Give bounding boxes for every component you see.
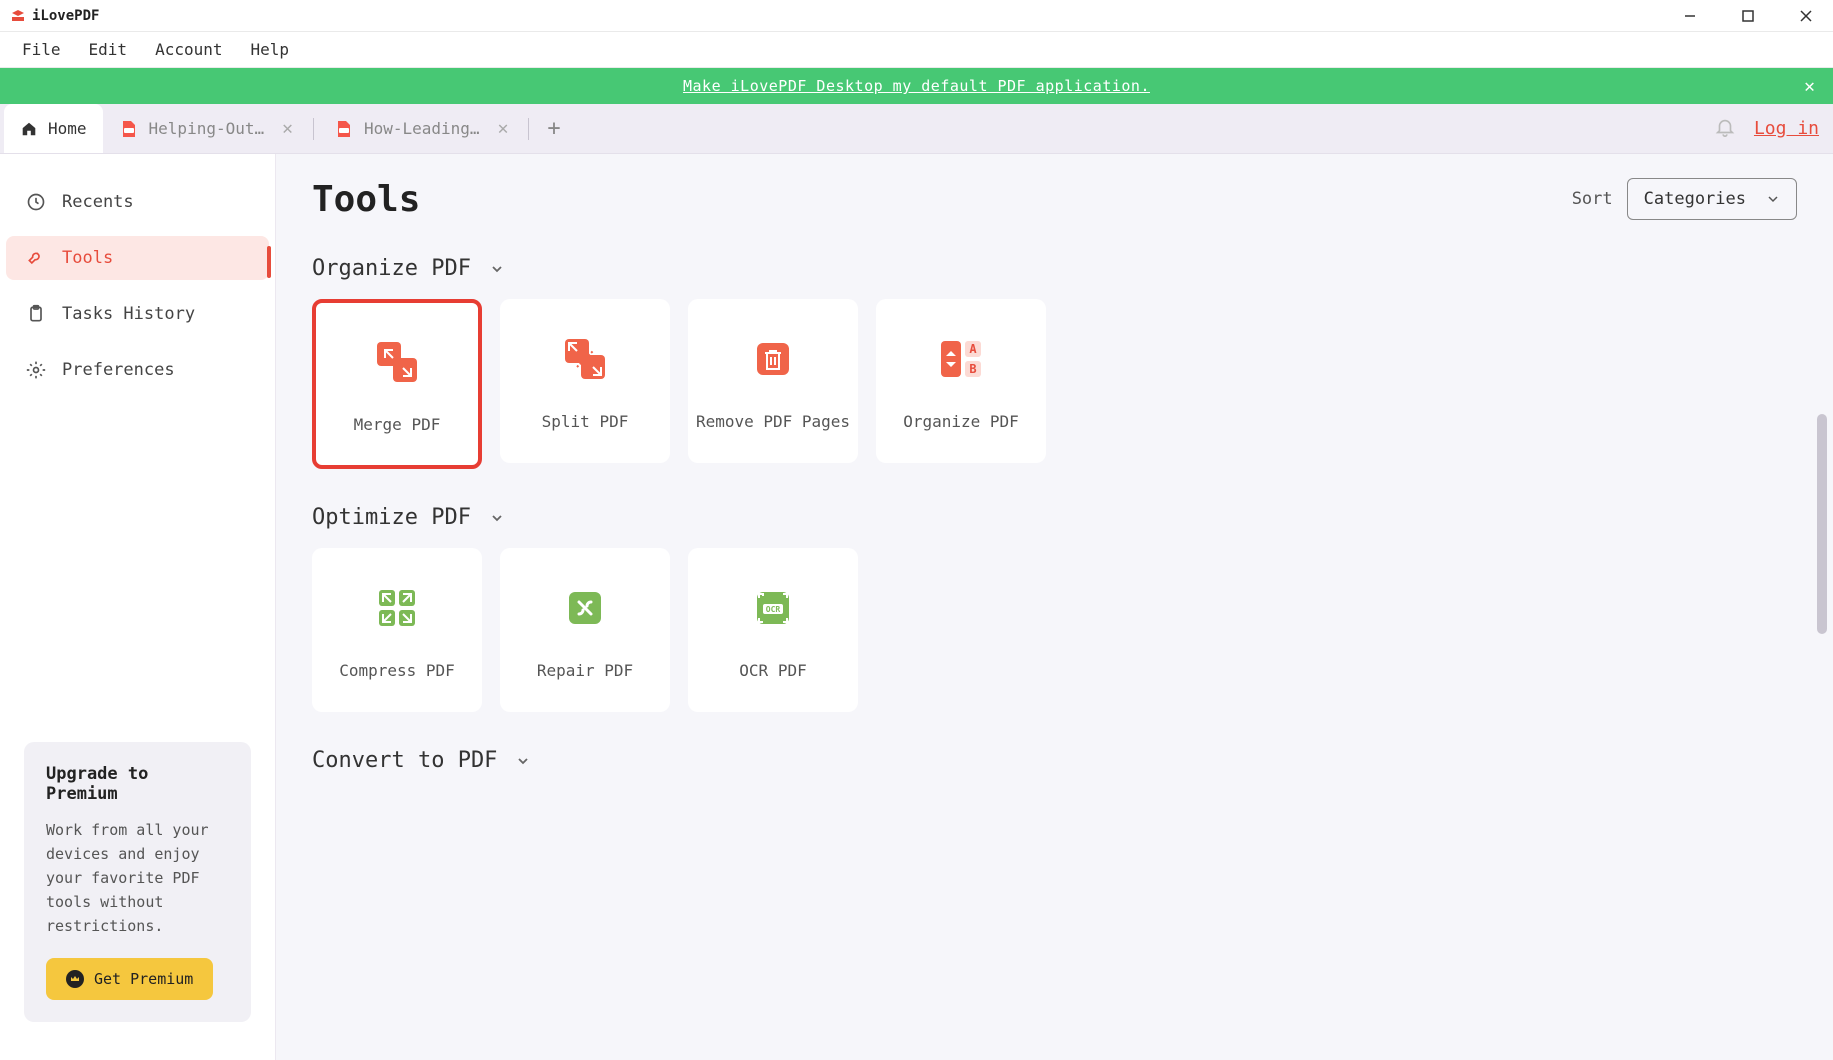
home-icon: [20, 120, 38, 138]
wrench-icon: [26, 248, 46, 268]
sort-control: Sort Categories: [1572, 178, 1797, 220]
chevron-down-icon: [515, 753, 531, 769]
sidebar-item-preferences[interactable]: Preferences: [6, 348, 269, 392]
menu-edit[interactable]: Edit: [75, 34, 142, 65]
repair-icon: [555, 578, 615, 638]
tab-home[interactable]: Home: [4, 104, 103, 153]
close-window-button[interactable]: [1789, 4, 1823, 28]
page-title: Tools: [312, 179, 420, 220]
gear-icon: [26, 360, 46, 380]
tabbar: Home Helping-Out… ✕ How-Leading… ✕ + Log…: [0, 104, 1833, 154]
sidebar-item-tools[interactable]: Tools: [6, 236, 269, 280]
pdf-file-icon: [334, 119, 354, 139]
close-tab-icon[interactable]: ✕: [498, 118, 509, 139]
tool-ocr-label: OCR PDF: [739, 660, 806, 682]
sort-dropdown[interactable]: Categories: [1627, 178, 1797, 220]
tool-organize-label: Organize PDF: [903, 411, 1019, 433]
login-link[interactable]: Log in: [1754, 118, 1819, 139]
minimize-button[interactable]: [1673, 4, 1707, 28]
merge-icon: [367, 332, 427, 392]
split-icon: [555, 329, 615, 389]
section-organize-header[interactable]: Organize PDF: [312, 256, 1797, 281]
banner-close-icon[interactable]: ✕: [1804, 76, 1815, 97]
sidebar-prefs-label: Preferences: [62, 360, 175, 380]
trash-icon: [743, 329, 803, 389]
sidebar-item-history[interactable]: Tasks History: [6, 292, 269, 336]
section-organize-title: Organize PDF: [312, 256, 471, 281]
tab-document-1[interactable]: Helping-Out… ✕: [103, 104, 309, 153]
sidebar-history-label: Tasks History: [62, 304, 195, 324]
menu-file[interactable]: File: [8, 34, 75, 65]
premium-button-label: Get Premium: [94, 970, 193, 988]
tool-remove-label: Remove PDF Pages: [696, 411, 850, 433]
tab-document-2[interactable]: How-Leading… ✕: [318, 104, 524, 153]
sidebar-tools-label: Tools: [62, 248, 113, 268]
get-premium-button[interactable]: Get Premium: [46, 958, 213, 1000]
ocr-icon: OCR: [743, 578, 803, 638]
tab-separator: [313, 118, 314, 140]
section-convert-title: Convert to PDF: [312, 748, 497, 773]
banner-link[interactable]: Make iLovePDF Desktop my default PDF app…: [683, 77, 1150, 95]
pdf-file-icon: [119, 119, 139, 139]
chevron-down-icon: [489, 510, 505, 526]
default-app-banner: Make iLovePDF Desktop my default PDF app…: [0, 68, 1833, 104]
new-tab-button[interactable]: +: [547, 116, 560, 141]
menu-account[interactable]: Account: [141, 34, 236, 65]
clock-icon: [26, 192, 46, 212]
chevron-down-icon: [489, 261, 505, 277]
svg-text:OCR: OCR: [766, 605, 781, 614]
sidebar-recents-label: Recents: [62, 192, 134, 212]
titlebar: iLovePDF: [0, 0, 1833, 32]
svg-text:B: B: [969, 362, 976, 376]
tool-split-pdf[interactable]: Split PDF: [500, 299, 670, 463]
tool-compress-label: Compress PDF: [339, 660, 455, 682]
tool-ocr-pdf[interactable]: OCR OCR PDF: [688, 548, 858, 712]
menu-help[interactable]: Help: [237, 34, 304, 65]
section-convert-header[interactable]: Convert to PDF: [312, 748, 1797, 773]
section-optimize-title: Optimize PDF: [312, 505, 471, 530]
maximize-button[interactable]: [1731, 4, 1765, 28]
premium-promo: Upgrade to Premium Work from all your de…: [24, 742, 251, 1022]
svg-text:A: A: [969, 342, 977, 356]
tool-merge-pdf[interactable]: Merge PDF: [312, 299, 482, 469]
scrollbar[interactable]: [1817, 414, 1827, 634]
organize-tools-grid: Merge PDF Split PDF: [312, 299, 1797, 469]
optimize-tools-grid: Compress PDF Repair PDF OCR: [312, 548, 1797, 712]
crown-icon: [66, 970, 84, 988]
sort-value: Categories: [1644, 189, 1746, 209]
tool-compress-pdf[interactable]: Compress PDF: [312, 548, 482, 712]
menubar: File Edit Account Help: [0, 32, 1833, 68]
main-area: Recents Tools Tasks History Preferences …: [0, 154, 1833, 1060]
tab-doc2-label: How-Leading…: [364, 119, 480, 138]
tool-repair-pdf[interactable]: Repair PDF: [500, 548, 670, 712]
premium-body: Work from all your devices and enjoy you…: [46, 818, 229, 938]
tool-repair-label: Repair PDF: [537, 660, 633, 682]
organize-icon: A B: [931, 329, 991, 389]
tool-remove-pages[interactable]: Remove PDF Pages: [688, 299, 858, 463]
tab-home-label: Home: [48, 119, 87, 138]
section-optimize-header[interactable]: Optimize PDF: [312, 505, 1797, 530]
premium-title: Upgrade to Premium: [46, 764, 229, 804]
tool-split-label: Split PDF: [542, 411, 629, 433]
notifications-icon[interactable]: [1714, 116, 1736, 142]
app-name: iLovePDF: [32, 8, 99, 24]
sidebar: Recents Tools Tasks History Preferences …: [0, 154, 276, 1060]
app-logo: iLovePDF: [10, 8, 99, 24]
close-tab-icon[interactable]: ✕: [282, 118, 293, 139]
clipboard-icon: [26, 304, 46, 324]
sort-label: Sort: [1572, 189, 1613, 209]
compress-icon: [367, 578, 427, 638]
content-area: Tools Sort Categories Organize PDF: [276, 154, 1833, 1060]
sidebar-item-recents[interactable]: Recents: [6, 180, 269, 224]
tab-separator: [528, 118, 529, 140]
chevron-down-icon: [1766, 192, 1780, 206]
tool-organize-pdf[interactable]: A B Organize PDF: [876, 299, 1046, 463]
tab-doc1-label: Helping-Out…: [149, 119, 265, 138]
tool-merge-label: Merge PDF: [354, 414, 441, 436]
